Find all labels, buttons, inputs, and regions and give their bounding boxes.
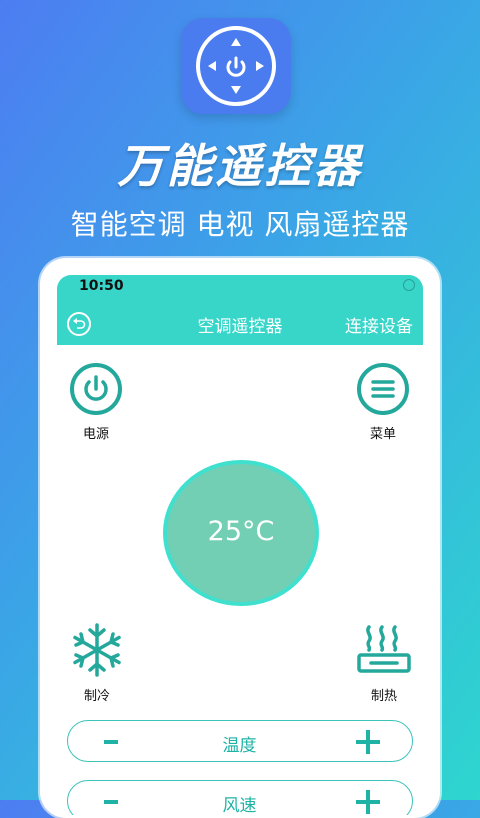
menu-icon <box>371 380 395 398</box>
heat-icon <box>357 625 411 673</box>
fan-speed-plus-button[interactable] <box>356 790 380 814</box>
cool-label: 制冷 <box>83 689 110 704</box>
promo-subline: 智能空调 电视 风扇遥控器 <box>70 208 410 241</box>
camera-notch <box>403 279 415 291</box>
power-label: 电源 <box>82 427 109 442</box>
menu-label: 菜单 <box>369 427 396 442</box>
fan-speed-adjuster: 风速 <box>67 780 413 815</box>
heat-button[interactable] <box>355 621 413 683</box>
connect-device-button[interactable]: 连接设备 <box>345 312 413 337</box>
status-time: 10:50 <box>79 278 124 294</box>
phone-screen: 10:50 空调遥控器 连接设备 电源 菜单 25°C 制冷 制热 温度 风速 <box>57 275 423 815</box>
snowflake-icon <box>73 623 121 677</box>
app-bar: 10:50 空调遥控器 连接设备 <box>57 275 423 345</box>
power-icon <box>84 375 108 401</box>
heat-label: 制热 <box>370 689 397 704</box>
temperature-display: 25°C <box>163 460 319 606</box>
remote-dpad-power-icon <box>196 26 276 106</box>
menu-button[interactable] <box>357 363 409 415</box>
promo-headline: 万能遥控器 <box>117 139 363 193</box>
temperature-adjuster: 温度 <box>67 720 413 762</box>
temperature-value: 25°C <box>207 516 275 547</box>
cool-button[interactable] <box>68 621 126 683</box>
power-button[interactable] <box>70 363 122 415</box>
app-icon <box>181 18 291 114</box>
temperature-plus-button[interactable] <box>356 730 380 754</box>
